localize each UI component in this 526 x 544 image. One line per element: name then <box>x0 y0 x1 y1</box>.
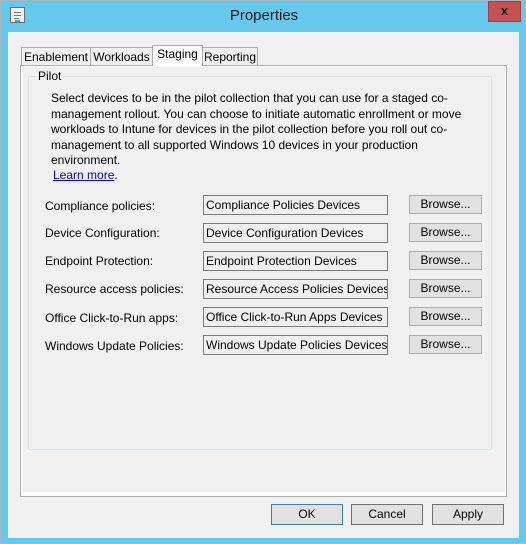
pilot-groupbox: Pilot Select devices to be in the pilot … <box>28 69 492 450</box>
cancel-button[interactable]: Cancel <box>351 504 423 525</box>
close-button[interactable]: x <box>488 1 521 22</box>
endpoint-protection-field[interactable]: Endpoint Protection Devices <box>203 251 388 271</box>
learn-more: Learn more. <box>53 168 118 182</box>
staging-tab-panel: Pilot Select devices to be in the pilot … <box>20 65 507 497</box>
apply-button[interactable]: Apply <box>432 504 504 525</box>
tab-workloads[interactable]: Workloads <box>90 47 153 65</box>
device-configuration-browse-button[interactable]: Browse... <box>409 223 482 242</box>
tab-enablement[interactable]: Enablement <box>21 47 91 65</box>
client-area: Enablement Workloads Staging Reporting P… <box>8 32 519 538</box>
office-c2r-browse-button[interactable]: Browse... <box>409 307 482 326</box>
compliance-policies-browse-button[interactable]: Browse... <box>409 195 482 214</box>
resource-access-field[interactable]: Resource Access Policies Devices <box>203 279 388 299</box>
learn-more-suffix: . <box>114 168 118 182</box>
title-bar[interactable]: Properties x <box>1 1 526 32</box>
learn-more-link[interactable]: Learn more <box>53 168 114 182</box>
windows-update-browse-button[interactable]: Browse... <box>409 335 482 354</box>
pilot-group-label: Pilot <box>36 69 64 83</box>
office-c2r-field[interactable]: Office Click-to-Run Apps Devices <box>203 307 388 327</box>
ok-button[interactable]: OK <box>271 504 343 525</box>
window-title: Properties <box>229 7 299 24</box>
office-c2r-label: Office Click-to-Run apps: <box>45 311 179 325</box>
compliance-policies-label: Compliance policies: <box>45 199 156 213</box>
pilot-description: Select devices to be in the pilot collec… <box>51 91 462 167</box>
windows-update-label: Windows Update Policies: <box>45 339 184 353</box>
tab-reporting[interactable]: Reporting <box>202 47 258 65</box>
device-configuration-field[interactable]: Device Configuration Devices <box>203 223 388 243</box>
endpoint-protection-browse-button[interactable]: Browse... <box>409 251 482 270</box>
properties-dialog: Properties x Enablement Workloads Stagin… <box>0 0 526 544</box>
compliance-policies-field[interactable]: Compliance Policies Devices <box>203 195 388 215</box>
endpoint-protection-label: Endpoint Protection: <box>45 254 154 268</box>
device-configuration-label: Device Configuration: <box>45 226 160 240</box>
tab-staging[interactable]: Staging <box>152 45 203 66</box>
windows-update-field[interactable]: Windows Update Policies Devices <box>203 335 388 355</box>
resource-access-label: Resource access policies: <box>45 282 184 296</box>
resource-access-browse-button[interactable]: Browse... <box>409 279 482 298</box>
